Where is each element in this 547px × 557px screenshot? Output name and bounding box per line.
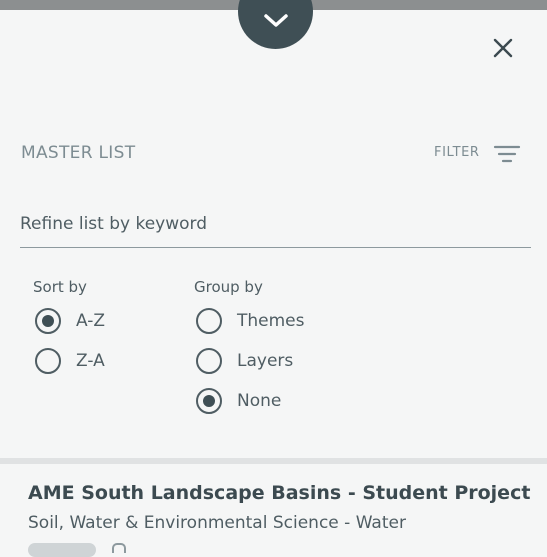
- sort-option-a-z[interactable]: A-Z: [35, 307, 105, 335]
- group-option-label: None: [237, 391, 282, 411]
- list-item[interactable]: [0, 464, 547, 548]
- list-item-status-icon: [112, 543, 126, 553]
- filter-icon: [493, 145, 521, 163]
- sort-option-label: A-Z: [76, 311, 106, 331]
- filter-button[interactable]: [493, 143, 521, 165]
- sort-by-title: Sort by: [33, 278, 87, 296]
- radio-button-selected[interactable]: [35, 308, 61, 334]
- group-option-layers[interactable]: Layers: [196, 347, 293, 375]
- radio-button[interactable]: [35, 348, 61, 374]
- group-by-title: Group by: [194, 278, 263, 296]
- radio-button-selected[interactable]: [196, 388, 222, 414]
- filter-button-label[interactable]: FILTER: [434, 145, 480, 160]
- sort-option-z-a[interactable]: Z-A: [35, 347, 105, 375]
- page-title: MASTER LIST: [21, 143, 136, 163]
- group-option-label: Themes: [237, 311, 305, 331]
- group-option-none[interactable]: None: [196, 387, 281, 415]
- list-item-tag: [28, 543, 96, 557]
- group-option-label: Layers: [237, 351, 294, 371]
- group-option-themes[interactable]: Themes: [196, 307, 305, 335]
- radio-button[interactable]: [196, 308, 222, 334]
- collapse-panel-button[interactable]: [238, 0, 313, 49]
- sort-option-label: Z-A: [76, 351, 105, 371]
- close-icon: [493, 38, 513, 58]
- chevron-down-icon: [263, 14, 288, 27]
- list-item-subtitle: Soil, Water & Environmental Science - Wa…: [28, 513, 406, 533]
- close-button[interactable]: [488, 33, 518, 63]
- list-item-title[interactable]: AME South Landscape Basins - Student Pro…: [28, 482, 530, 504]
- search-input[interactable]: [20, 212, 531, 234]
- search-field[interactable]: [20, 212, 531, 248]
- radio-button[interactable]: [196, 348, 222, 374]
